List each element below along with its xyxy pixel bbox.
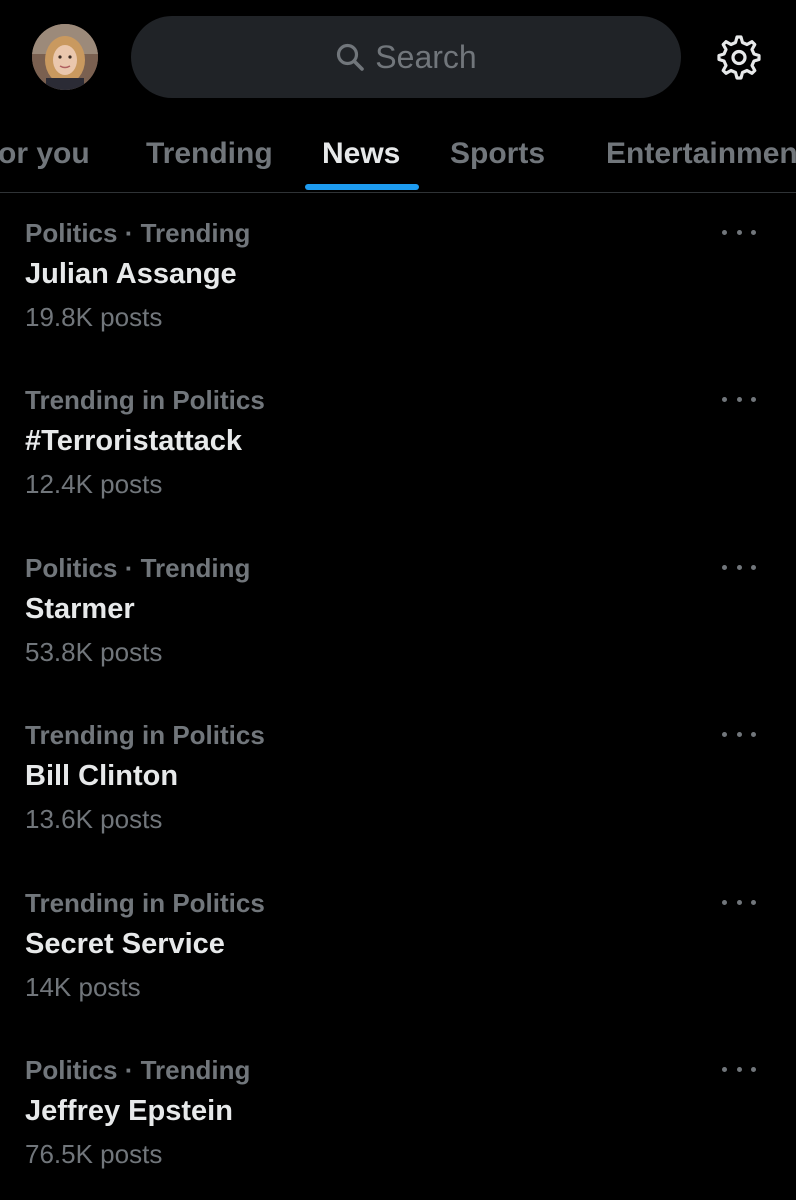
trend-name: #Terroristattack — [25, 425, 243, 457]
tab-entertainment[interactable]: Entertainmen — [606, 116, 796, 192]
trend-post-count: 12.4K posts — [25, 469, 163, 499]
more-icon[interactable] — [722, 555, 756, 579]
tab-for-you[interactable]: or you — [0, 116, 90, 192]
tab-trending[interactable]: Trending — [146, 116, 273, 192]
more-icon[interactable] — [722, 1057, 756, 1081]
trend-name: Bill Clinton — [25, 760, 179, 792]
trend-name: Starmer — [25, 593, 135, 625]
tab-news[interactable]: News — [322, 116, 400, 192]
header: Search — [0, 0, 796, 116]
trend-post-count: 19.8K posts — [25, 302, 163, 332]
explore-page: Search or you Trending News Sports Enter… — [0, 0, 796, 1200]
trend-name: Secret Service — [25, 928, 225, 960]
search-icon — [335, 42, 365, 72]
trend-item[interactable]: Politics · Trending Julian Assange 19.8K… — [0, 200, 796, 367]
more-icon[interactable] — [722, 220, 756, 244]
trend-post-count: 53.8K posts — [25, 637, 163, 667]
trend-item[interactable]: Trending in Politics Bill Clinton 13.6K … — [0, 702, 796, 869]
tab-bar: or you Trending News Sports Entertainmen — [0, 116, 796, 193]
search-bar[interactable]: Search — [131, 16, 681, 98]
trend-context: Politics · Trending — [25, 218, 251, 248]
trend-item[interactable]: Trending in Politics Secret Service 14K … — [0, 870, 796, 1037]
trend-name: Julian Assange — [25, 258, 237, 290]
trend-context: Trending in Politics — [25, 720, 265, 750]
trend-item[interactable]: Politics · Trending Jeffrey Epstein 76.5… — [0, 1037, 796, 1200]
trend-item[interactable]: Trending in Politics #Terroristattack 12… — [0, 367, 796, 534]
avatar-image — [32, 24, 98, 90]
trend-name: Jeffrey Epstein — [25, 1095, 233, 1127]
search-placeholder: Search — [375, 38, 477, 75]
trend-context: Trending in Politics — [25, 385, 265, 415]
avatar[interactable] — [32, 24, 98, 90]
tab-sports[interactable]: Sports — [450, 116, 545, 192]
trend-post-count: 76.5K posts — [25, 1139, 163, 1169]
gear-icon[interactable] — [716, 35, 762, 81]
trend-context: Trending in Politics — [25, 888, 265, 918]
trend-post-count: 14K posts — [25, 972, 141, 1002]
more-icon[interactable] — [722, 387, 756, 411]
trend-item[interactable]: Politics · Trending Starmer 53.8K posts — [0, 535, 796, 702]
active-tab-indicator — [305, 184, 419, 190]
trend-post-count: 13.6K posts — [25, 804, 163, 834]
trend-context: Politics · Trending — [25, 1055, 251, 1085]
more-icon[interactable] — [722, 722, 756, 746]
trend-context: Politics · Trending — [25, 553, 251, 583]
more-icon[interactable] — [722, 890, 756, 914]
